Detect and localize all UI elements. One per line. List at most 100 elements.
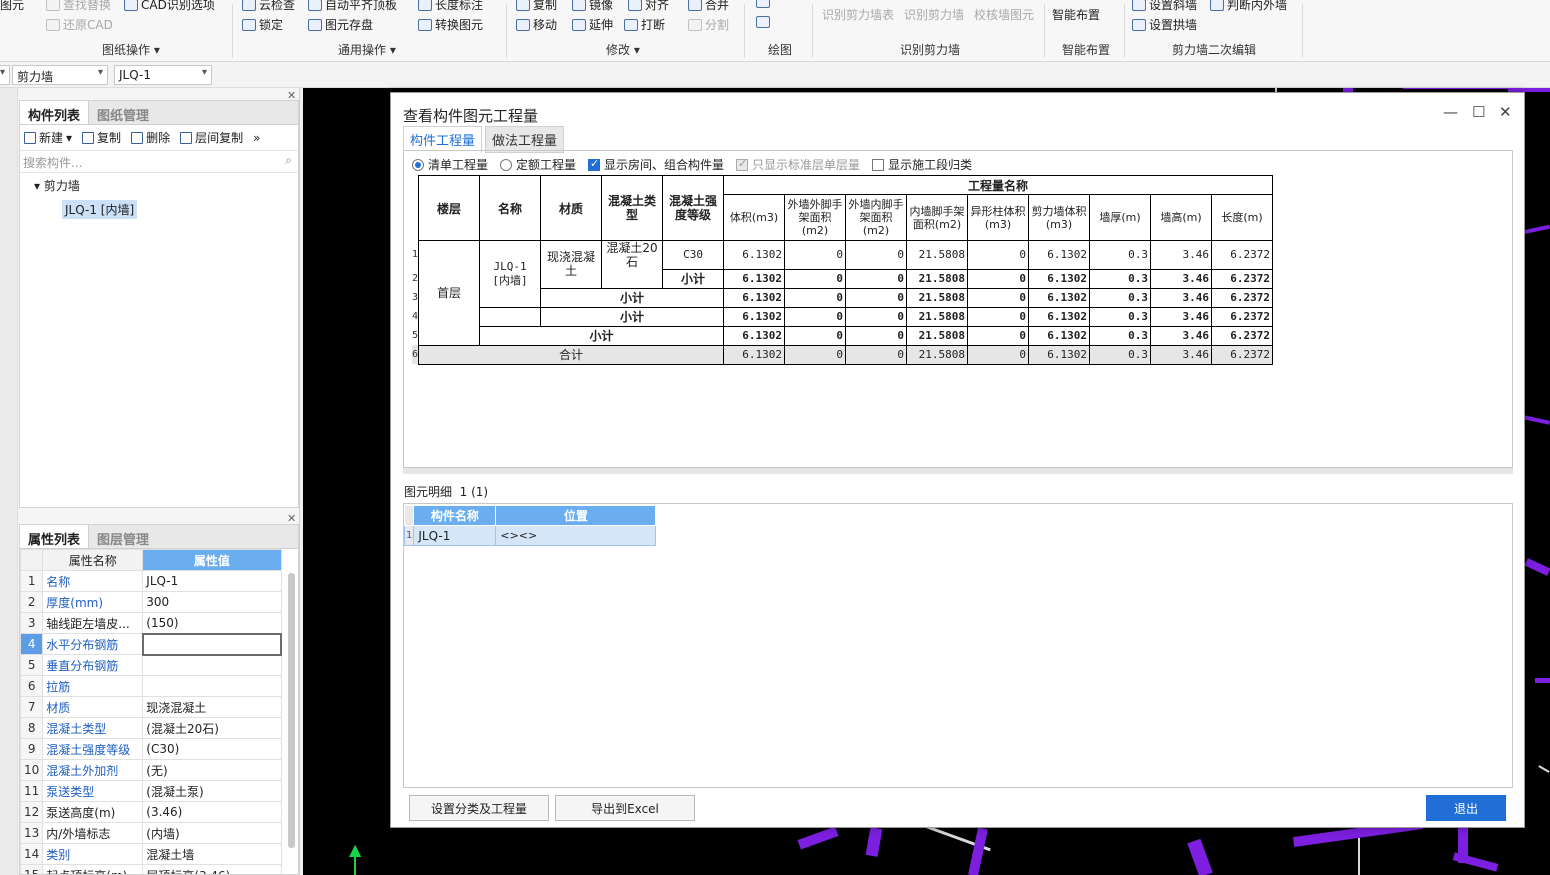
group-drawing-ops[interactable]: 图纸操作 ▾ (102, 41, 160, 58)
property-row[interactable]: 8 混凝土类型 (混凝土20石) (20, 717, 282, 739)
save-icon (308, 18, 322, 31)
component-combo[interactable]: JLQ-1 (114, 65, 212, 85)
property-row[interactable]: 10 混凝土外加剂 (无) (20, 759, 282, 781)
auto-align-top-button[interactable]: 自动平齐顶板 (308, 0, 397, 13)
property-value[interactable]: (混凝土20石) (142, 717, 282, 739)
restore-cad-button[interactable]: 还原CAD (46, 16, 113, 33)
property-value[interactable]: (无) (142, 759, 282, 781)
floor-combo[interactable] (0, 65, 10, 85)
group-common-ops[interactable]: 通用操作 ▾ (338, 41, 396, 58)
property-row[interactable]: 9 混凝土强度等级 (C30) (20, 738, 282, 760)
check-wall-button[interactable]: 校核墙图元 (974, 6, 1034, 23)
set-slant-wall-button[interactable]: 设置斜墙 (1132, 0, 1197, 13)
property-value[interactable] (142, 654, 282, 676)
mirror-button[interactable]: 镜像 (572, 0, 613, 13)
draw-arc-button[interactable] (756, 16, 770, 28)
property-scrollbar[interactable] (288, 573, 295, 848)
maximize-icon[interactable]: ☐ (1472, 103, 1485, 121)
tree-item-jlq1[interactable]: JLQ-1 [内墙] (62, 200, 138, 219)
length-dim-button[interactable]: 长度标注 (418, 0, 483, 13)
floor-copy-button[interactable]: 层间复制 (180, 129, 243, 146)
radio-quota-qty[interactable]: 定额工程量 (500, 156, 576, 173)
property-row[interactable]: 15起点顶标高(m)层顶标高(3.46) (20, 864, 282, 874)
category-combo[interactable]: 剪力墙 (12, 65, 108, 85)
tab-method-qty[interactable]: 做法工程量 (485, 126, 565, 153)
set-arch-wall-button[interactable]: 设置拱墙 (1132, 16, 1197, 33)
ribbon-tuyuan[interactable]: 图元 (0, 0, 24, 13)
property-row[interactable]: 11 泵送类型 (混凝土泵) (20, 780, 282, 802)
set-category-button[interactable]: 设置分类及工程量 (409, 795, 549, 821)
property-row[interactable]: 6 拉筋 (20, 675, 282, 697)
property-value[interactable]: 300 (142, 591, 282, 613)
convert-element-button[interactable]: 转换图元 (418, 16, 483, 33)
copy-component-button[interactable]: 复制 (82, 129, 121, 146)
element-save-button[interactable]: 图元存盘 (308, 16, 373, 33)
property-value[interactable] (142, 675, 282, 697)
minimize-icon[interactable]: — (1443, 103, 1458, 121)
checkbox-show-room[interactable]: 显示房间、组合构件量 (588, 156, 724, 173)
merge-button[interactable]: 合并 (688, 0, 729, 13)
detail-row[interactable]: 1 JLQ-1 <><> (403, 525, 657, 546)
property-value[interactable]: 混凝土墙 (142, 843, 282, 865)
cell-subtotal-label: 小计 (540, 306, 725, 327)
copy-button[interactable]: 复制 (516, 0, 557, 13)
export-excel-button[interactable]: 导出到Excel (555, 795, 695, 821)
identify-wall-button[interactable]: 识别剪力墙 (904, 6, 964, 23)
cell-value: 0 (967, 287, 1030, 308)
delete-component-button[interactable]: 删除 (131, 129, 170, 146)
property-value[interactable]: (内墙) (142, 822, 282, 844)
property-row[interactable]: 2 厚度(mm) 300 (20, 591, 282, 613)
lock-button[interactable]: 锁定 (242, 16, 283, 33)
property-row[interactable]: 4 水平分布钢筋 (20, 632, 283, 656)
property-row[interactable]: 13 内/外墙标志 (内墙) (20, 822, 282, 844)
find-replace-button[interactable]: 查找替换 (46, 0, 111, 13)
draw-line-button[interactable] (756, 0, 770, 8)
row-number: 2 (412, 273, 419, 284)
close-panel-icon[interactable]: ✕ (287, 512, 296, 525)
property-row[interactable]: 3 轴线距左墙皮... (150) (20, 612, 282, 634)
move-button[interactable]: 移动 (516, 16, 557, 33)
property-row[interactable]: 12 泵送高度(m) (3.46) (20, 801, 282, 823)
property-value[interactable]: JLQ-1 (142, 570, 282, 592)
property-value[interactable]: (3.46) (142, 801, 282, 823)
tab-layer-management[interactable]: 图层管理 (89, 525, 157, 548)
more-icon[interactable]: » (253, 131, 260, 145)
splitter[interactable] (403, 468, 1513, 474)
cad-options-button[interactable]: CAD识别选项 (124, 0, 215, 13)
checkbox-std-floor[interactable]: 只显示标准层单层量 (736, 156, 860, 173)
close-icon[interactable]: ✕ (1499, 103, 1512, 121)
tab-drawing-management[interactable]: 图纸管理 (89, 101, 157, 124)
property-row[interactable]: 5 垂直分布钢筋 (20, 654, 282, 676)
extend-button[interactable]: 延伸 (572, 16, 613, 33)
close-panel-icon[interactable]: ✕ (287, 89, 296, 102)
property-value[interactable]: (C30) (142, 738, 282, 760)
cell-value: 0 (845, 240, 908, 270)
property-row[interactable]: 7 材质 现浇混凝土 (20, 696, 282, 718)
exit-button[interactable]: 退出 (1426, 795, 1506, 821)
detail-corner (403, 505, 415, 526)
smart-layout-button[interactable]: 智能布置 (1052, 6, 1100, 23)
tab-component-qty[interactable]: 构件工程量 (403, 126, 483, 153)
checkbox-show-stage[interactable]: 显示施工段归类 (872, 156, 972, 173)
component-search-input[interactable]: 搜索构件... ⌕ (20, 151, 298, 173)
align-button[interactable]: 对齐 (628, 0, 669, 13)
property-value[interactable] (141, 632, 283, 656)
judge-inner-outer-button[interactable]: 判断内外墙 (1210, 0, 1287, 13)
tree-node-shear-wall[interactable]: ▾ 剪力墙 (20, 173, 298, 194)
new-component-button[interactable]: 新建 ▾ (24, 129, 72, 146)
property-value[interactable]: (150) (142, 612, 282, 634)
property-value[interactable]: 层顶标高(3.46) (142, 864, 282, 874)
group-modify[interactable]: 修改 ▾ (606, 41, 640, 58)
break-button[interactable]: 打断 (624, 16, 665, 33)
property-value[interactable]: 现浇混凝土 (142, 696, 282, 718)
cell-value: 0 (784, 240, 847, 270)
property-row[interactable]: 1 名称 JLQ-1 (20, 570, 282, 592)
cloud-check-button[interactable]: 云检查 (242, 0, 295, 13)
split-button[interactable]: 分割 (688, 16, 729, 33)
radio-list-qty[interactable]: 清单工程量 (412, 156, 488, 173)
tab-component-list[interactable]: 构件列表 (20, 101, 90, 124)
property-row[interactable]: 14 类别 混凝土墙 (20, 843, 282, 865)
property-value[interactable]: (混凝土泵) (142, 780, 282, 802)
tab-property-list[interactable]: 属性列表 (20, 525, 90, 548)
identify-wall-table-button[interactable]: 识别剪力墙表 (822, 6, 894, 23)
